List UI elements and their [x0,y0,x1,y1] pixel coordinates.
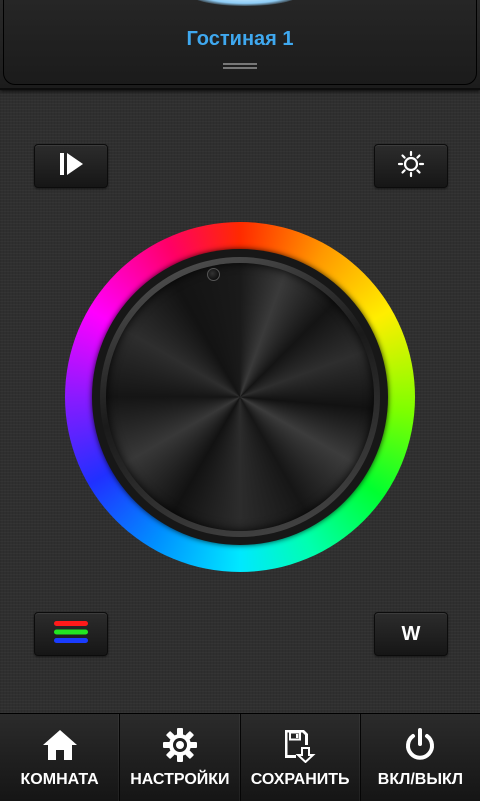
power-tab-label: ВКЛ/ВЫКЛ [377,771,463,788]
brightness-button[interactable] [374,144,448,188]
room-tab-label: КОМНАТА [20,771,99,788]
power-icon [402,727,438,763]
power-tab[interactable]: ВКЛ/ВЫКЛ [361,714,480,801]
home-icon [42,727,78,763]
drag-handle[interactable] [223,63,257,71]
rgb-mode-button[interactable] [34,612,108,656]
knob-indicator-dot [207,268,220,281]
bottom-toolbar: КОМНАТА НАСТРОЙКИ СОХРАНИТЬ ВКЛ/ВЫКЛ [0,713,480,801]
room-tab[interactable]: КОМНАТА [0,714,121,801]
room-header: Гостиная 1 [0,0,480,90]
room-title[interactable]: Гостиная 1 [0,28,480,51]
save-tab[interactable]: СОХРАНИТЬ [241,714,361,801]
sun-icon [397,150,425,183]
rgb-lines-icon [53,619,89,650]
white-mode-label: W [401,622,421,645]
gear-icon [162,727,198,763]
settings-tab-label: НАСТРОЙКИ [130,771,230,788]
play-button[interactable] [34,144,108,188]
rotary-knob[interactable] [106,263,374,531]
white-mode-button[interactable]: W [374,612,448,656]
play-step-icon [57,151,85,182]
settings-tab[interactable]: НАСТРОЙКИ [120,714,241,801]
save-icon [282,727,318,763]
save-tab-label: СОХРАНИТЬ [250,771,350,788]
